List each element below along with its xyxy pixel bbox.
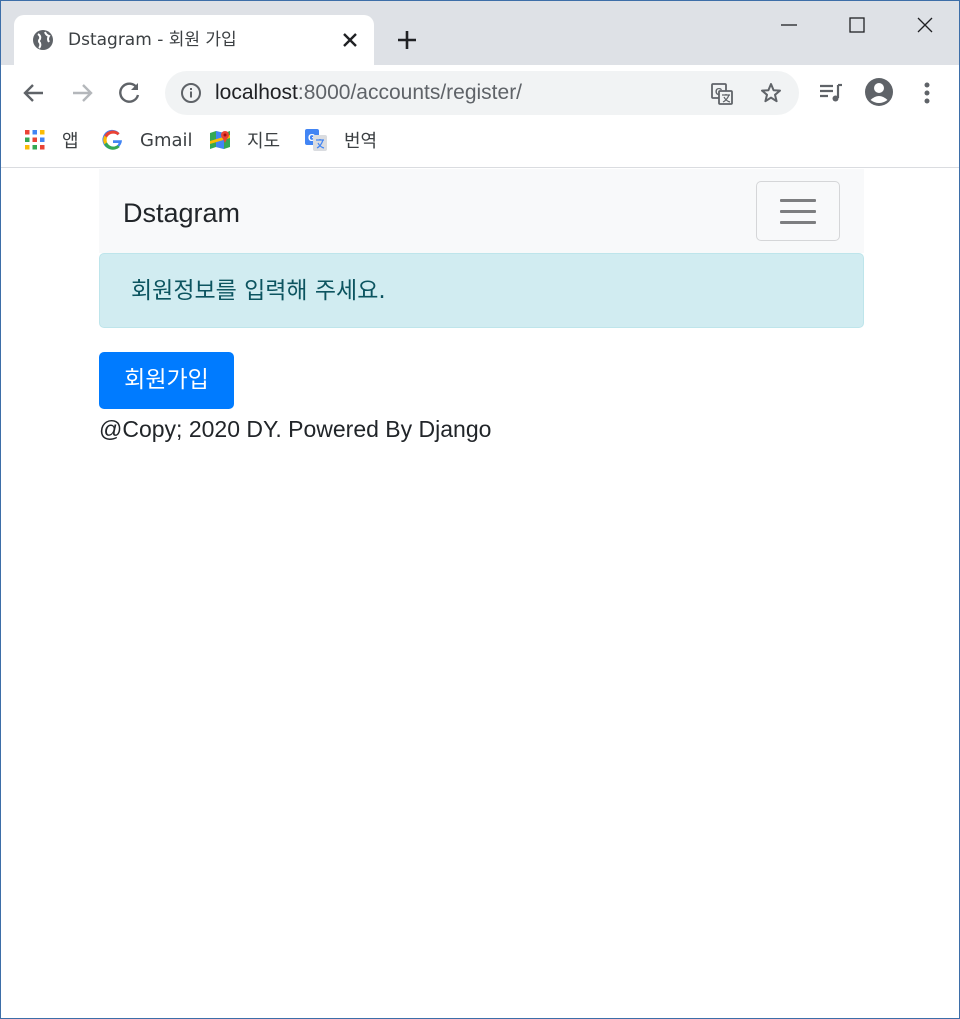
translate-page-icon[interactable]: G xyxy=(710,82,734,106)
navbar-brand[interactable]: Dstagram xyxy=(123,197,240,229)
bookmark-gmail[interactable]: Gmail xyxy=(102,127,193,153)
tab-title: Dstagram - 회원 가입 xyxy=(68,30,237,50)
alert-message: 회원정보를 입력해 주세요. xyxy=(131,278,386,304)
forward-arrow-icon[interactable] xyxy=(68,79,96,107)
footer-text: @Copy; 2020 DY. Powered By Django xyxy=(99,416,492,442)
hamburger-icon-bar xyxy=(780,221,816,224)
more-vert-icon[interactable] xyxy=(915,79,939,107)
bookmark-star-icon[interactable] xyxy=(759,81,783,105)
address-bar[interactable]: localhost:8000/accounts/register/ G xyxy=(165,71,799,115)
bookmark-translate-label: 번역 xyxy=(344,131,378,152)
bookmark-maps[interactable]: 지도 xyxy=(209,127,280,153)
back-arrow-icon[interactable] xyxy=(20,79,48,107)
browser-window: Dstagram - 회원 가입 localhost:8000/accounts… xyxy=(0,0,960,1019)
reload-icon[interactable] xyxy=(116,79,144,107)
google-icon xyxy=(102,129,122,150)
window-close-icon[interactable] xyxy=(911,11,939,39)
tab-active[interactable]: Dstagram - 회원 가입 xyxy=(14,15,374,65)
globe-icon xyxy=(33,30,53,50)
register-button[interactable]: 회원가입 xyxy=(99,352,234,409)
info-alert: 회원정보를 입력해 주세요. xyxy=(99,253,864,328)
bookmark-apps-label: 앱 xyxy=(62,131,79,152)
url-host: localhost xyxy=(215,81,298,104)
hamburger-icon-bar xyxy=(780,210,816,213)
media-control-icon[interactable] xyxy=(817,79,845,107)
site-info-icon[interactable] xyxy=(180,82,202,104)
minimize-icon[interactable] xyxy=(775,11,803,39)
url-text[interactable]: localhost:8000/accounts/register/ xyxy=(215,82,522,104)
navbar: Dstagram xyxy=(99,169,864,253)
bookmark-gmail-label: Gmail xyxy=(140,129,193,151)
hamburger-icon-bar xyxy=(780,199,816,202)
close-icon[interactable] xyxy=(339,29,361,51)
bookmark-apps[interactable]: 앱 xyxy=(24,127,79,153)
translate-icon: G xyxy=(305,129,327,151)
navbar-toggler-button[interactable] xyxy=(756,181,840,241)
new-tab-plus-icon[interactable] xyxy=(394,27,420,53)
bookmark-translate[interactable]: G 번역 xyxy=(304,127,377,153)
url-path: :8000/accounts/register/ xyxy=(297,81,523,104)
apps-grid-icon xyxy=(25,130,45,150)
bookmarks-bar: 앱 Gmail 지도 G 번역 xyxy=(1,121,959,168)
maximize-icon[interactable] xyxy=(843,11,871,39)
tab-strip: Dstagram - 회원 가입 xyxy=(1,1,959,65)
maps-icon xyxy=(210,131,230,149)
browser-toolbar: localhost:8000/accounts/register/ G xyxy=(1,65,959,121)
page-viewport: Dstagram 회원정보를 입력해 주세요. 회원가입 @Copy; 2020… xyxy=(1,169,959,1018)
profile-avatar-icon[interactable] xyxy=(864,77,894,107)
bookmark-maps-label: 지도 xyxy=(247,131,281,152)
